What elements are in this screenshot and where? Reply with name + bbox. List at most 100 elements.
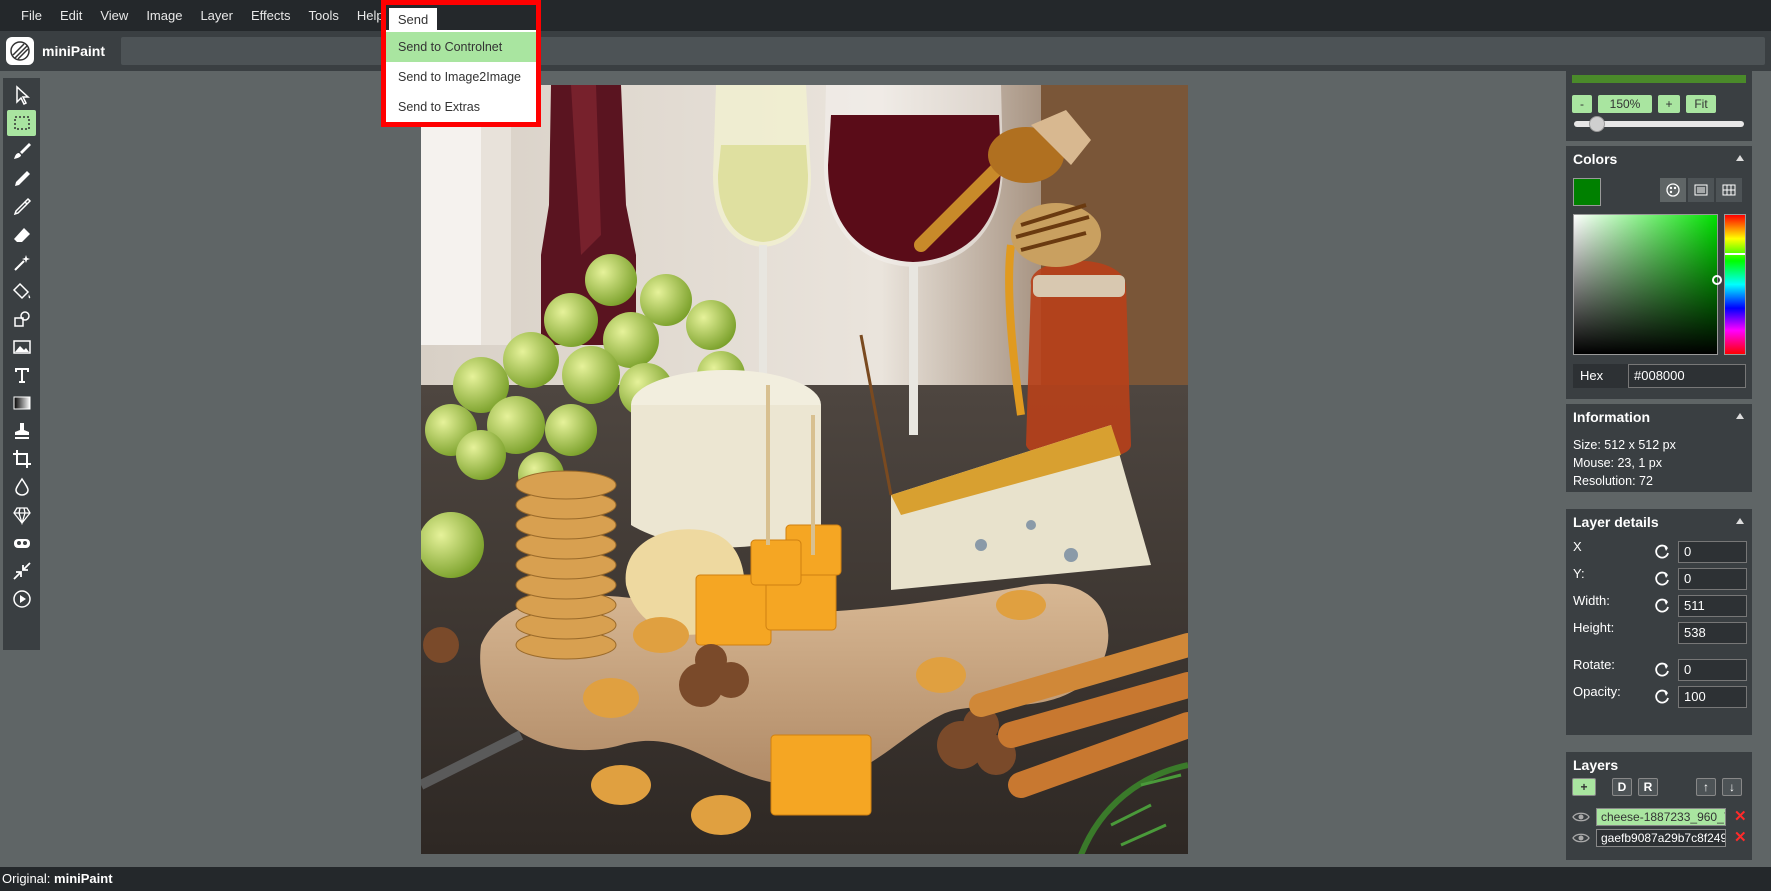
menu-layer[interactable]: Layer: [191, 0, 242, 31]
select-icon[interactable]: [7, 82, 36, 108]
menu-tools[interactable]: Tools: [300, 0, 348, 31]
send-to-image2image-item[interactable]: Send to Image2Image: [386, 62, 536, 92]
information-panel-title[interactable]: Information: [1566, 404, 1752, 430]
zoom-slider[interactable]: [1574, 116, 1744, 132]
layer-details-title-text: Layer details: [1573, 514, 1659, 530]
menubar: File Edit View Image Layer Effects Tools…: [0, 0, 1771, 31]
preview-thumbnail[interactable]: [1572, 75, 1746, 83]
layer-details-panel: Layer details X 0 Y: 0 Width: 511 Height…: [1566, 509, 1752, 735]
zoom-level-button[interactable]: 150%: [1598, 95, 1652, 113]
send-menu-dropdown: Send Send to Controlnet Send to Image2Im…: [381, 0, 541, 127]
hex-input[interactable]: #008000: [1628, 364, 1746, 388]
colors-title-text: Colors: [1573, 151, 1618, 167]
send-to-extras-item[interactable]: Send to Extras: [386, 92, 536, 122]
hue-slider-marker[interactable]: [1725, 253, 1745, 255]
collapse-icon[interactable]: [1736, 155, 1744, 161]
info-mouse: Mouse: 23, 1 px: [1573, 456, 1662, 470]
layer-item[interactable]: cheese-1887233_960_7 ✕: [1572, 808, 1750, 826]
reset-y-icon[interactable]: [1655, 571, 1671, 587]
colors-panel: Colors Hex #008000: [1566, 146, 1752, 399]
rasterize-layer-button[interactable]: R: [1638, 778, 1658, 796]
zoom-fit-button[interactable]: Fit: [1686, 95, 1716, 113]
menu-edit[interactable]: Edit: [51, 0, 91, 31]
sharpen-icon[interactable]: [7, 502, 36, 528]
crop-icon[interactable]: [7, 446, 36, 472]
reset-opacity-icon[interactable]: [1655, 689, 1671, 705]
hue-slider[interactable]: [1724, 214, 1746, 355]
layer-y-row: Y: 0: [1566, 566, 1752, 590]
menu-send[interactable]: Send: [389, 8, 437, 32]
clone-stamp-icon[interactable]: [7, 418, 36, 444]
layer-width-input[interactable]: 511: [1678, 595, 1747, 617]
zoom-out-button[interactable]: -: [1572, 95, 1592, 113]
layer-y-label: Y:: [1573, 566, 1585, 581]
layer-item[interactable]: gaefb9087a29b7c8f249 ✕: [1572, 829, 1750, 847]
list-mode-icon[interactable]: [1688, 178, 1714, 202]
layer-opacity-input[interactable]: 100: [1678, 686, 1747, 708]
collapse-icon[interactable]: [1736, 413, 1744, 419]
animation-icon[interactable]: [7, 586, 36, 612]
rectangle-select-icon[interactable]: [7, 110, 36, 136]
app-logo[interactable]: miniPaint: [6, 37, 105, 65]
current-color-swatch[interactable]: [1573, 178, 1601, 206]
visibility-eye-icon[interactable]: [1572, 810, 1590, 824]
grid-mode-icon[interactable]: [1716, 178, 1742, 202]
menu-image[interactable]: Image: [137, 0, 191, 31]
layer-details-panel-title[interactable]: Layer details: [1566, 509, 1752, 535]
bulge-icon[interactable]: [7, 530, 36, 556]
layer-width-row: Width: 511: [1566, 593, 1752, 617]
image-canvas[interactable]: [421, 85, 1188, 854]
eraser-icon[interactable]: [7, 222, 36, 248]
zoom-in-button[interactable]: +: [1658, 95, 1680, 113]
menu-file[interactable]: File: [12, 0, 51, 31]
reset-rotate-icon[interactable]: [1655, 662, 1671, 678]
image-icon[interactable]: [7, 334, 36, 360]
layer-x-input[interactable]: 0: [1678, 541, 1747, 563]
preview-block: - 150% + Fit: [1566, 71, 1752, 141]
hex-label: Hex: [1573, 364, 1628, 388]
reset-x-icon[interactable]: [1655, 544, 1671, 560]
saturation-picker[interactable]: [1573, 214, 1722, 355]
layer-rotate-input[interactable]: 0: [1678, 659, 1747, 681]
gradient-icon[interactable]: [7, 390, 36, 416]
info-resolution: Resolution: 72: [1573, 474, 1653, 488]
resize-icon[interactable]: [7, 558, 36, 584]
saturation-picker-knob[interactable]: [1712, 275, 1722, 285]
layers-title-text: Layers: [1573, 757, 1619, 773]
colors-panel-title[interactable]: Colors: [1566, 146, 1752, 172]
pencil-icon[interactable]: [7, 166, 36, 192]
collapse-icon[interactable]: [1736, 518, 1744, 524]
layers-panel: Layers + D R ↑ ↓ cheese-1887233_960_7 ✕ …: [1566, 752, 1752, 860]
duplicate-layer-button[interactable]: D: [1612, 778, 1632, 796]
palette-mode-icon[interactable]: [1660, 178, 1686, 202]
layer-height-label: Height:: [1573, 620, 1615, 635]
fill-icon[interactable]: [7, 278, 36, 304]
add-layer-button[interactable]: +: [1572, 778, 1596, 796]
text-icon[interactable]: [7, 362, 36, 388]
send-to-controlnet-item[interactable]: Send to Controlnet: [386, 32, 536, 62]
reset-size-icon[interactable]: [1655, 598, 1671, 614]
information-panel: Information Size: 512 x 512 px Mouse: 23…: [1566, 404, 1752, 492]
color-picker-icon[interactable]: [7, 194, 36, 220]
layer-name[interactable]: cheese-1887233_960_7: [1596, 808, 1726, 826]
layer-name[interactable]: gaefb9087a29b7c8f249: [1596, 829, 1726, 847]
menu-view[interactable]: View: [91, 0, 137, 31]
blur-icon[interactable]: [7, 474, 36, 500]
move-layer-up-button[interactable]: ↑: [1696, 778, 1716, 796]
minipaint-app: File Edit View Image Layer Effects Tools…: [0, 0, 1771, 891]
menu-effects[interactable]: Effects: [242, 0, 300, 31]
visibility-eye-icon[interactable]: [1572, 831, 1590, 845]
layer-height-input[interactable]: 538: [1678, 622, 1747, 644]
delete-layer-icon[interactable]: ✕: [1734, 808, 1747, 826]
move-layer-down-button[interactable]: ↓: [1722, 778, 1742, 796]
zoom-slider-knob[interactable]: [1589, 116, 1605, 132]
status-app-name: miniPaint: [54, 871, 113, 886]
layer-opacity-row: Opacity: 100: [1566, 684, 1752, 708]
status-prefix: Original:: [2, 871, 55, 886]
delete-layer-icon[interactable]: ✕: [1734, 829, 1747, 847]
brush-icon[interactable]: [7, 138, 36, 164]
shapes-icon[interactable]: [7, 306, 36, 332]
layer-y-input[interactable]: 0: [1678, 568, 1747, 590]
magic-wand-icon[interactable]: [7, 250, 36, 276]
minipaint-logo-icon: [6, 37, 34, 65]
